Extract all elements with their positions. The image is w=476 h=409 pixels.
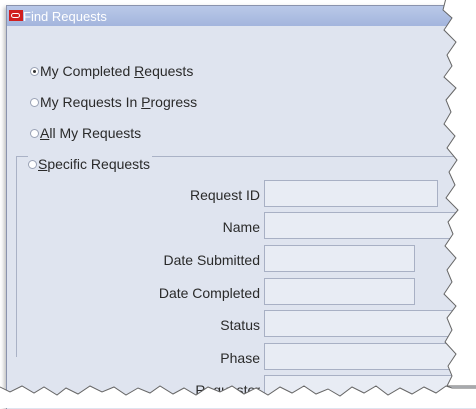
radio-label: Specific Requests xyxy=(38,156,151,172)
radio-button-checked[interactable] xyxy=(30,66,39,76)
radio-label: All My Requests xyxy=(40,125,142,141)
request-id-label: Request ID xyxy=(189,187,260,203)
status-label: Status xyxy=(220,317,260,333)
radio-label: My Requests In Progress xyxy=(40,94,198,110)
date-completed-field[interactable] xyxy=(264,278,415,305)
request-id-field[interactable] xyxy=(264,180,438,207)
requestor-label: Requestor xyxy=(195,382,260,398)
date-completed-label: Date Completed xyxy=(158,285,260,301)
radio-button[interactable] xyxy=(30,97,39,107)
title-bar: Find Requests xyxy=(7,6,476,26)
find-requests-window: Find Requests My Completed Requests My R… xyxy=(6,5,476,409)
name-label: Name xyxy=(222,219,260,235)
phase-field[interactable] xyxy=(264,343,476,370)
radio-specific-requests[interactable]: Specific Requests xyxy=(28,155,153,173)
date-submitted-field[interactable] xyxy=(264,245,415,272)
window-title: Find Requests xyxy=(23,9,107,24)
radio-button[interactable] xyxy=(28,159,37,169)
radio-all-my-requests[interactable]: All My Requests xyxy=(30,124,141,142)
radio-label: My Completed Requests xyxy=(40,63,194,79)
radio-my-requests-in-progress[interactable]: My Requests In Progress xyxy=(30,93,197,111)
phase-label: Phase xyxy=(220,350,260,366)
name-field[interactable] xyxy=(264,212,476,239)
radio-my-completed-requests[interactable]: My Completed Requests xyxy=(30,62,193,80)
date-submitted-label: Date Submitted xyxy=(163,252,261,268)
status-field[interactable] xyxy=(264,310,476,337)
radio-button[interactable] xyxy=(30,128,39,138)
oracle-app-icon xyxy=(9,10,23,21)
requestor-field[interactable] xyxy=(264,375,476,402)
